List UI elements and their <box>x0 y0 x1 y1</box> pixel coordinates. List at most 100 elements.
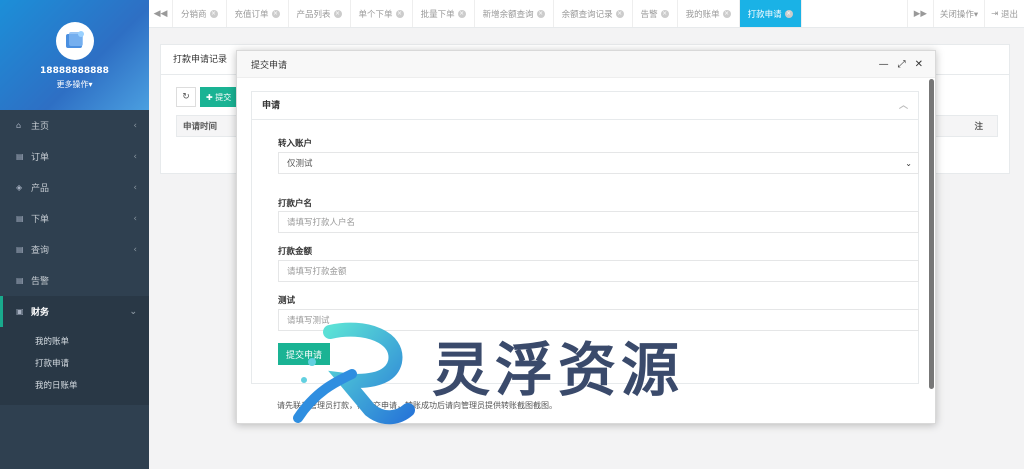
sidebar-item-orders[interactable]: ▤ 订单 ‹ <box>0 141 149 172</box>
dialog-scrollbar[interactable] <box>929 79 934 389</box>
account-label: 转入账户 <box>278 139 313 149</box>
tab-label: 打款申请 <box>747 9 782 20</box>
maximize-icon[interactable]: ⤢ <box>898 59 906 70</box>
dialog-title: 提交申请 <box>251 60 288 71</box>
file-icon: ▤ <box>16 214 24 223</box>
close-icon[interactable]: × <box>660 9 669 18</box>
tab-label: 分销商 <box>181 9 207 20</box>
tab-label: 批量下单 <box>420 9 455 20</box>
sidebar-subitem-daily-bill[interactable]: 我的日账单 <box>0 375 149 397</box>
tab-distributor[interactable]: 分销商 × <box>173 0 227 27</box>
tab-scroll-right-button[interactable]: ▶▶ <box>906 0 933 27</box>
chevron-down-icon: ⌄ <box>905 158 912 168</box>
card-title: 申请 <box>262 101 281 111</box>
payer-name-label: 打款户名 <box>278 199 313 209</box>
more-ops-menu[interactable]: 更多操作▾ <box>0 79 149 90</box>
sidebar-item-products[interactable]: ◈ 产品 ‹ <box>0 172 149 203</box>
close-icon[interactable]: × <box>395 9 404 18</box>
account-select[interactable]: 仅测试 ⌄ <box>278 152 919 174</box>
chevron-left-icon: ‹ <box>133 244 137 255</box>
sidebar-item-label: 告警 <box>31 277 50 287</box>
chevron-left-icon: ‹ <box>133 182 137 193</box>
tab-product-list[interactable]: 产品列表 × <box>289 0 351 27</box>
tab-scroll-left-button[interactable]: ◀◀ <box>149 0 173 27</box>
cube-icon: ◈ <box>16 183 23 192</box>
tab-payment-request[interactable]: 打款申请 × <box>739 0 802 27</box>
tab-recharge-orders[interactable]: 充值订单 × <box>227 0 289 27</box>
sidebar-item-place-order[interactable]: ▤ 下单 ‹ <box>0 203 149 234</box>
file-icon: ▤ <box>16 276 24 285</box>
chevron-left-icon: ‹ <box>133 213 137 224</box>
sidebar-item-alerts[interactable]: ▤ 告警 <box>0 265 149 296</box>
tab-single-order[interactable]: 单个下单 × <box>351 0 413 27</box>
account-select-value: 仅测试 <box>287 159 313 169</box>
double-chevron-left-icon: ◀◀ <box>153 8 168 19</box>
sidebar-item-label: 主页 <box>31 122 50 132</box>
close-icon[interactable]: × <box>784 9 793 18</box>
home-icon: ⌂ <box>16 121 22 130</box>
chevron-down-icon: ⌄ <box>129 306 137 317</box>
close-icon[interactable]: × <box>722 9 731 18</box>
tab-batch-order[interactable]: 批量下单 × <box>413 0 475 27</box>
sidebar-item-finance[interactable]: ▣ 财务 ⌄ <box>0 296 149 327</box>
sidebar-item-label: 下单 <box>31 215 50 225</box>
chevron-left-icon: ‹ <box>133 120 137 131</box>
file-icon: ▤ <box>16 245 24 254</box>
tab-label: 告警 <box>640 9 658 20</box>
logout-icon: ⇥ <box>991 8 999 19</box>
sidebar-item-label: 订单 <box>31 153 50 163</box>
sidebar-item-label: 财务 <box>31 308 50 318</box>
watermark-text: 灵浮资源 <box>432 336 685 404</box>
tab-label: 单个下单 <box>358 9 393 20</box>
close-icon[interactable]: × <box>209 9 218 18</box>
logout-label: 退出 <box>1000 9 1018 20</box>
logout-button[interactable]: ⇥ 退出 <box>984 0 1024 27</box>
test-label: 测试 <box>278 296 296 306</box>
sidebar-subitem-payment-request[interactable]: 打款申请 <box>0 353 149 375</box>
close-icon[interactable]: × <box>271 9 280 18</box>
dialog-controls: — ⤢ ✕ <box>879 51 923 78</box>
avatar-image-icon <box>65 31 84 48</box>
close-icon[interactable]: ✕ <box>915 59 923 70</box>
sidebar: 18888888888 更多操作▾ ⌂ 主页 ‹ ▤ 订单 ‹ ◈ 产品 ‹ ▤… <box>0 0 149 469</box>
double-chevron-right-icon: ▶▶ <box>913 8 927 19</box>
finance-submenu: 我的账单 打款申请 我的日账单 <box>0 327 149 405</box>
amount-label: 打款金额 <box>278 247 313 257</box>
watermark-logo-icon <box>293 322 415 425</box>
tab-my-bill[interactable]: 我的账单 × <box>678 0 740 27</box>
watermark: 灵浮资源 <box>290 322 730 430</box>
tab-balance-query-records[interactable]: 余额查询记录 × <box>554 0 633 27</box>
tab-label: 余额查询记录 <box>561 9 613 20</box>
close-icon[interactable]: × <box>536 9 545 18</box>
tab-list: 分销商 × 充值订单 × 产品列表 × 单个下单 × 批量下单 × 新增余额查询 × 余额查… <box>173 0 907 27</box>
money-icon: ▣ <box>16 307 24 316</box>
sidebar-nav: ⌂ 主页 ‹ ▤ 订单 ‹ ◈ 产品 ‹ ▤ 下单 ‹ ▤ 查询 ‹ ▤ 告警 <box>0 110 149 327</box>
topbar-actions: ▶▶ 关闭操作▾ ⇥ 退出 <box>906 0 1024 27</box>
tab-label: 充值订单 <box>234 9 269 20</box>
sidebar-subitem-my-bill[interactable]: 我的账单 <box>0 331 149 353</box>
chevron-up-icon[interactable]: ︿ <box>899 92 908 120</box>
file-icon: ▤ <box>16 152 24 161</box>
close-ops-dropdown[interactable]: 关闭操作▾ <box>932 0 984 27</box>
minimize-icon[interactable]: — <box>879 59 889 70</box>
dialog-header: 提交申请 — ⤢ ✕ <box>237 51 935 78</box>
amount-input[interactable]: 请填写打款金额 <box>278 260 919 282</box>
tab-new-balance-query[interactable]: 新增余额查询 × <box>475 0 554 27</box>
chevron-left-icon: ‹ <box>133 151 137 162</box>
close-icon[interactable]: × <box>457 9 466 18</box>
profile-area: 18888888888 更多操作▾ <box>0 0 149 110</box>
sidebar-item-home[interactable]: ⌂ 主页 ‹ <box>0 110 149 141</box>
close-icon[interactable]: × <box>615 9 624 18</box>
tab-label: 我的账单 <box>685 9 720 20</box>
close-icon[interactable]: × <box>333 9 342 18</box>
tab-label: 产品列表 <box>296 9 331 20</box>
sidebar-item-query[interactable]: ▤ 查询 ‹ <box>0 234 149 265</box>
user-phone: 18888888888 <box>40 66 109 76</box>
tab-label: 新增余额查询 <box>482 9 534 20</box>
card-header: 申请 ︿ <box>252 92 918 120</box>
sidebar-item-label: 产品 <box>31 184 50 194</box>
payer-name-input[interactable]: 请填写打款人户名 <box>278 211 919 233</box>
tab-alerts[interactable]: 告警 × <box>633 0 678 27</box>
sidebar-item-label: 查询 <box>31 246 50 256</box>
avatar[interactable] <box>55 22 94 60</box>
